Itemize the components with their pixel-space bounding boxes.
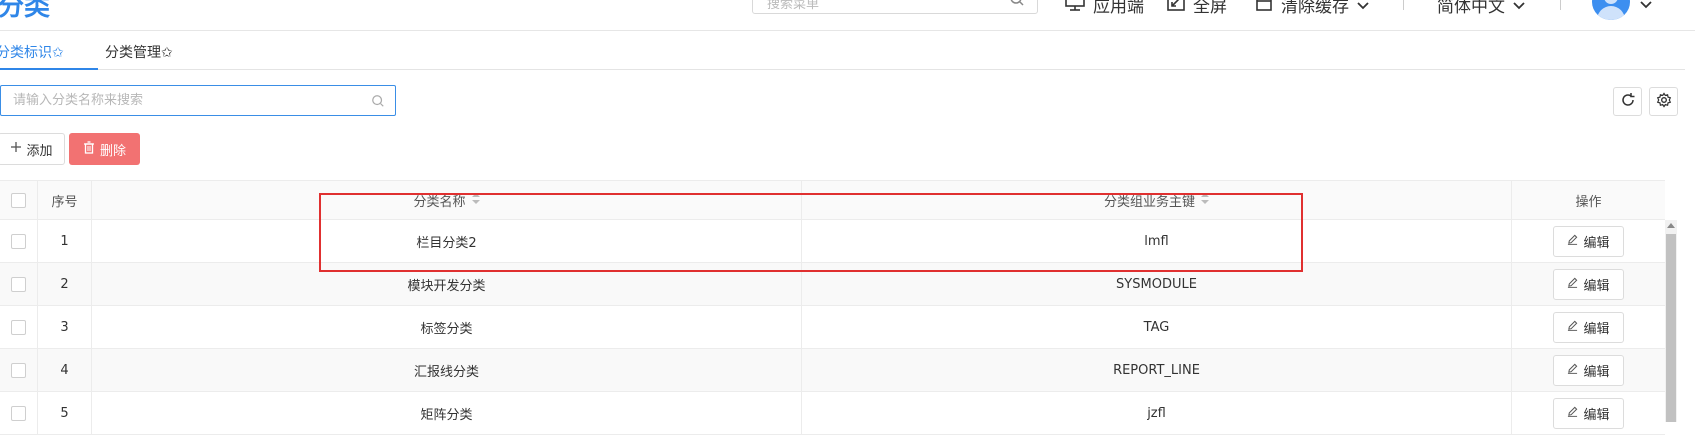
trash-icon xyxy=(83,140,95,158)
settings-button[interactable] xyxy=(1649,87,1678,116)
highlight-annotation xyxy=(319,193,1303,272)
pencil-icon xyxy=(1567,406,1578,421)
edit-button[interactable]: 编辑 xyxy=(1553,354,1624,386)
edit-label: 编辑 xyxy=(1583,278,1610,294)
edit-button[interactable]: 编辑 xyxy=(1553,268,1624,300)
scroll-up-icon[interactable] xyxy=(1667,223,1675,228)
row-checkbox[interactable] xyxy=(11,276,26,292)
row-category-key: jzfl xyxy=(802,392,1512,434)
edit-button[interactable]: 编辑 xyxy=(1553,397,1624,429)
row-actions: 编辑 xyxy=(1512,392,1665,434)
language-label: 简体中文 xyxy=(1437,0,1505,17)
row-select-cell xyxy=(0,392,38,434)
edit-label: 编辑 xyxy=(1583,235,1610,251)
refresh-button[interactable] xyxy=(1613,87,1642,116)
clear-cache-button[interactable]: 清除缓存 xyxy=(1255,0,1369,17)
tab-category-management[interactable]: 分类管理✩ xyxy=(105,42,173,62)
row-category-key: REPORT_LINE xyxy=(802,349,1512,391)
row-index: 3 xyxy=(38,306,92,348)
language-select[interactable]: 简体中文 xyxy=(1437,0,1525,17)
row-actions: 编辑 xyxy=(1512,306,1665,348)
cache-icon xyxy=(1255,0,1273,16)
app-label: 应用端 xyxy=(1093,0,1144,17)
edit-button[interactable]: 编辑 xyxy=(1553,311,1624,343)
table-row[interactable]: 5 矩阵分类 jzfl 编辑 xyxy=(0,392,1665,435)
row-select-cell xyxy=(0,349,38,391)
row-select-cell xyxy=(0,263,38,305)
delete-button[interactable]: 删除 xyxy=(69,133,140,165)
refresh-icon xyxy=(1620,92,1636,112)
chevron-down-icon xyxy=(1513,0,1525,15)
select-all-cell xyxy=(0,181,38,219)
category-search-input[interactable] xyxy=(11,92,365,109)
fullscreen-icon xyxy=(1167,0,1185,16)
row-category-name: 汇报线分类 xyxy=(92,349,802,391)
row-checkbox[interactable] xyxy=(11,362,26,378)
header-divider xyxy=(1560,0,1561,10)
chevron-down-icon[interactable] xyxy=(1640,0,1652,13)
pencil-icon xyxy=(1567,234,1578,249)
row-actions: 编辑 xyxy=(1512,220,1665,262)
row-actions: 编辑 xyxy=(1512,263,1665,305)
avatar[interactable] xyxy=(1592,0,1630,20)
edit-label: 编辑 xyxy=(1583,364,1610,380)
row-actions: 编辑 xyxy=(1512,349,1665,391)
row-index: 4 xyxy=(38,349,92,391)
fullscreen-label: 全屏 xyxy=(1193,0,1227,17)
tab-category-identifier[interactable]: 分类标识✩ xyxy=(0,42,64,62)
monitor-icon xyxy=(1065,0,1085,16)
clear-cache-label: 清除缓存 xyxy=(1281,0,1349,17)
fullscreen-button[interactable]: 全屏 xyxy=(1167,0,1227,17)
gear-icon xyxy=(1656,91,1672,112)
edit-button[interactable]: 编辑 xyxy=(1553,225,1624,257)
column-header-index: 序号 xyxy=(38,181,92,219)
row-checkbox[interactable] xyxy=(11,319,26,335)
row-checkbox[interactable] xyxy=(11,233,26,249)
row-select-cell xyxy=(0,306,38,348)
plus-icon xyxy=(10,141,22,157)
menu-search-input[interactable]: 搜索菜单 xyxy=(752,0,1038,14)
row-category-name: 标签分类 xyxy=(92,306,802,348)
row-index: 5 xyxy=(38,392,92,434)
select-all-checkbox[interactable] xyxy=(11,192,26,208)
row-category-name: 矩阵分类 xyxy=(92,392,802,434)
row-checkbox[interactable] xyxy=(11,405,26,421)
row-category-key: TAG xyxy=(802,306,1512,348)
table-row[interactable]: 4 汇报线分类 REPORT_LINE 编辑 xyxy=(0,349,1665,392)
pencil-icon xyxy=(1567,277,1578,292)
menu-search-placeholder: 搜索菜单 xyxy=(767,0,820,12)
page-title: 分类 xyxy=(0,0,51,22)
add-button[interactable]: 添加 xyxy=(0,133,65,165)
pencil-icon xyxy=(1567,320,1578,335)
add-label: 添加 xyxy=(26,143,53,159)
row-index: 2 xyxy=(38,263,92,305)
header-divider-line xyxy=(0,30,1695,31)
column-header-op: 操作 xyxy=(1575,194,1602,210)
pencil-icon xyxy=(1567,363,1578,378)
table-scrollbar[interactable] xyxy=(1665,220,1677,422)
chevron-down-icon xyxy=(1357,0,1369,15)
tabs-divider xyxy=(0,69,1685,70)
header-divider xyxy=(1403,0,1404,10)
scroll-thumb[interactable] xyxy=(1666,234,1676,422)
table-row[interactable]: 3 标签分类 TAG 编辑 xyxy=(0,306,1665,349)
delete-label: 删除 xyxy=(99,143,126,159)
category-search-field[interactable] xyxy=(0,85,396,116)
active-tab-indicator xyxy=(0,68,98,70)
row-index: 1 xyxy=(38,220,92,262)
edit-label: 编辑 xyxy=(1583,321,1610,337)
app-button[interactable]: 应用端 xyxy=(1065,0,1144,17)
search-icon[interactable] xyxy=(1009,0,1025,11)
search-icon[interactable] xyxy=(371,93,385,112)
row-select-cell xyxy=(0,220,38,262)
edit-label: 编辑 xyxy=(1583,407,1610,423)
